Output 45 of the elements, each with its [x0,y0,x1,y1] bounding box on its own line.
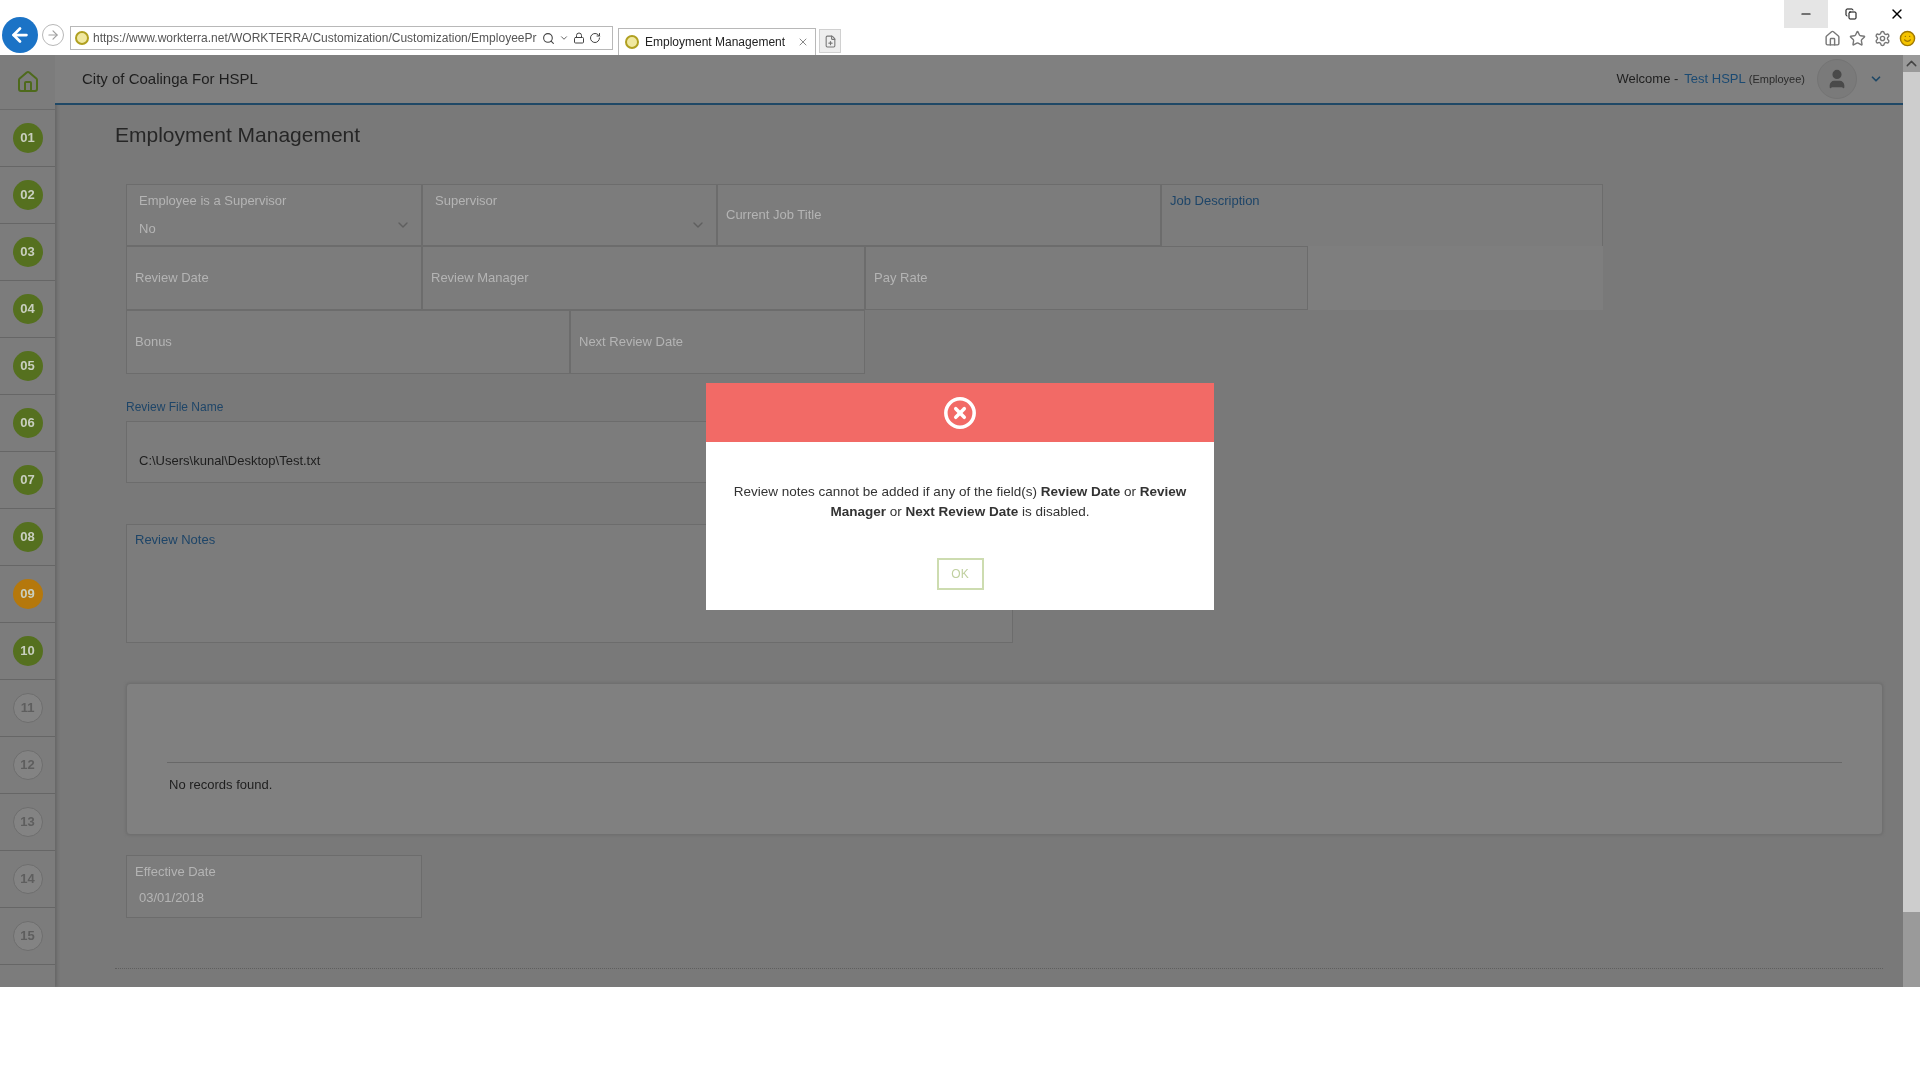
step-button[interactable]: 09 [12,579,43,609]
user-name[interactable]: Test HSPL [1684,69,1746,89]
site-icon [625,35,639,49]
text-area[interactable]: Job Description [1161,184,1603,246]
lock-icon [573,32,585,44]
arrow-right-icon [46,28,60,42]
app-title: City of Coalinga For HSPL [82,68,258,89]
select-field[interactable]: Supervisor [422,184,717,246]
close-icon[interactable] [797,36,809,48]
step-button[interactable]: 03 [12,237,43,267]
page-title: Employment Management [115,122,362,148]
welcome-label: Welcome - [1616,70,1679,89]
error-icon [943,395,977,430]
step-button[interactable]: 05 [12,351,43,381]
browser-tab[interactable]: Employment Management [618,28,816,55]
step-button[interactable]: 02 [12,180,43,210]
ok-button[interactable]: OK [936,558,984,590]
search-icon[interactable] [542,31,555,45]
refresh-icon[interactable] [589,32,601,44]
tab-title: Employment Management [645,34,787,51]
star-icon[interactable] [1849,30,1866,47]
avatar-icon[interactable] [1817,59,1857,99]
settings-icon[interactable] [1874,30,1891,47]
scrollbar[interactable] [1903,55,1920,987]
page-icon [823,34,837,48]
smiley-icon[interactable] [1899,30,1916,47]
url-text: https://www.workterra.net/WORKTERRA/Customization/Customization/EmployeePr [93,30,538,47]
back-button[interactable] [2,17,38,53]
field-label: Review File Name [126,399,224,416]
date-field[interactable]: Effective Date 03/01/2018 [126,855,422,918]
step-button[interactable]: 10 [12,636,43,666]
site-icon [75,31,89,45]
step-button[interactable]: 08 [12,522,43,552]
address-bar[interactable]: https://www.workterra.net/WORKTERRA/Customization/Customization/EmployeePr [70,26,613,50]
step-button[interactable]: 04 [12,294,43,324]
caret-icon[interactable] [559,33,569,43]
new-tab-button[interactable] [819,29,841,53]
step-button[interactable]: 07 [12,465,43,495]
user-role: (Employee) [1748,71,1805,87]
restore-icon [1845,8,1857,20]
step-button[interactable]: 01 [12,123,43,153]
home-icon[interactable] [1824,30,1841,47]
step-button[interactable]: 06 [12,408,43,438]
dialog-message: Review notes cannot be added if any of the field(s) Review Date or Review Manager or Next Review Date is disabled. [732,483,1188,521]
empty-message: No records found. [169,776,274,794]
